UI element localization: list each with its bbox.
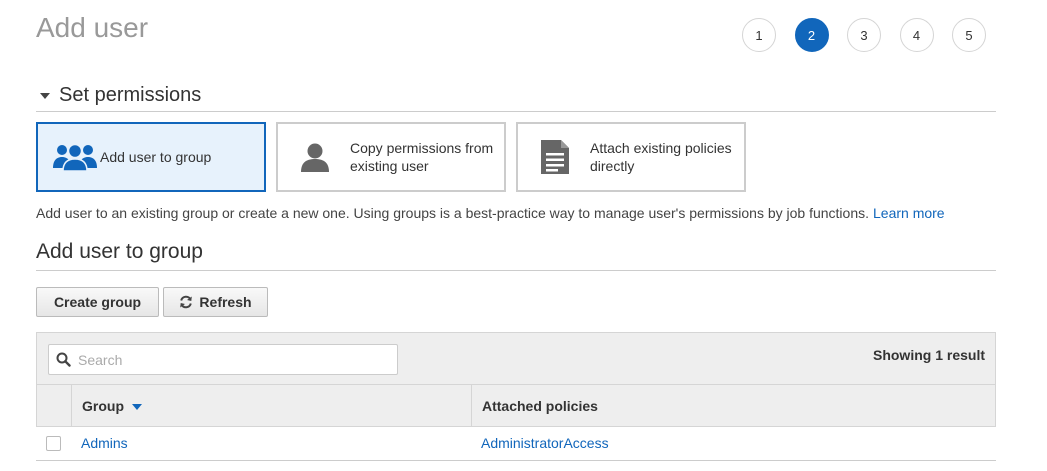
refresh-label: Refresh xyxy=(199,294,252,310)
option-add-user-to-group[interactable]: Add user to group xyxy=(36,122,266,192)
row-checkbox[interactable] xyxy=(46,436,61,451)
table-row: Admins AdministratorAccess xyxy=(36,427,996,461)
section-title: Set permissions xyxy=(59,84,202,106)
page-title: Add user xyxy=(36,12,149,43)
option-attach-policies[interactable]: Attach existing policies directly xyxy=(516,122,746,192)
learn-more-link[interactable]: Learn more xyxy=(873,205,945,221)
column-header-group[interactable]: Group xyxy=(72,385,472,426)
option-label-line1: Add user to group xyxy=(100,149,212,165)
permissions-description: Add user to an existing group or create … xyxy=(36,205,945,221)
header-select-cell xyxy=(37,385,72,426)
column-group-label: Group xyxy=(82,397,124,414)
policy-cell: AdministratorAccess xyxy=(471,435,996,453)
step-2[interactable]: 2 xyxy=(794,18,829,52)
table-header: Group Attached policies xyxy=(36,384,996,427)
permission-options: Add user to group Copy permissions from … xyxy=(36,122,756,192)
user-icon xyxy=(290,141,340,173)
option-copy-permissions[interactable]: Copy permissions from existing user xyxy=(276,122,506,192)
create-group-button[interactable]: Create group xyxy=(36,287,159,317)
option-label-line1: Copy permissions from xyxy=(350,140,494,156)
table-toolbar: Showing 1 result xyxy=(36,332,996,384)
search-icon xyxy=(56,352,71,367)
policy-link[interactable]: AdministratorAccess xyxy=(481,435,609,451)
search-input[interactable] xyxy=(76,350,376,369)
description-text: Add user to an existing group or create … xyxy=(36,205,869,221)
step-4[interactable]: 4 xyxy=(899,18,934,52)
group-link[interactable]: Admins xyxy=(81,435,128,451)
option-label-line2: directly xyxy=(590,158,635,174)
group-cell: Admins xyxy=(71,435,471,453)
step-3[interactable]: 3 xyxy=(847,18,881,52)
set-permissions-header[interactable]: Set permissions xyxy=(36,84,996,112)
refresh-button[interactable]: Refresh xyxy=(163,287,268,317)
step-5[interactable]: 5 xyxy=(952,18,986,52)
sort-descending-icon xyxy=(132,403,142,410)
search-box[interactable] xyxy=(48,344,398,375)
caret-down-icon xyxy=(40,93,50,99)
result-count: Showing 1 result xyxy=(872,347,985,363)
step-1[interactable]: 1 xyxy=(742,18,776,52)
option-label-line2: existing user xyxy=(350,158,429,174)
row-select-cell xyxy=(36,436,71,451)
option-label-line1: Attach existing policies xyxy=(590,140,732,156)
document-icon xyxy=(530,139,580,175)
column-policies-label: Attached policies xyxy=(482,397,598,414)
refresh-icon xyxy=(180,295,193,309)
group-icon xyxy=(50,142,100,172)
add-user-to-group-heading: Add user to group xyxy=(36,240,996,271)
wizard-steps: 1 2 3 4 5 xyxy=(742,18,1005,52)
column-header-attached-policies[interactable]: Attached policies xyxy=(472,385,995,426)
